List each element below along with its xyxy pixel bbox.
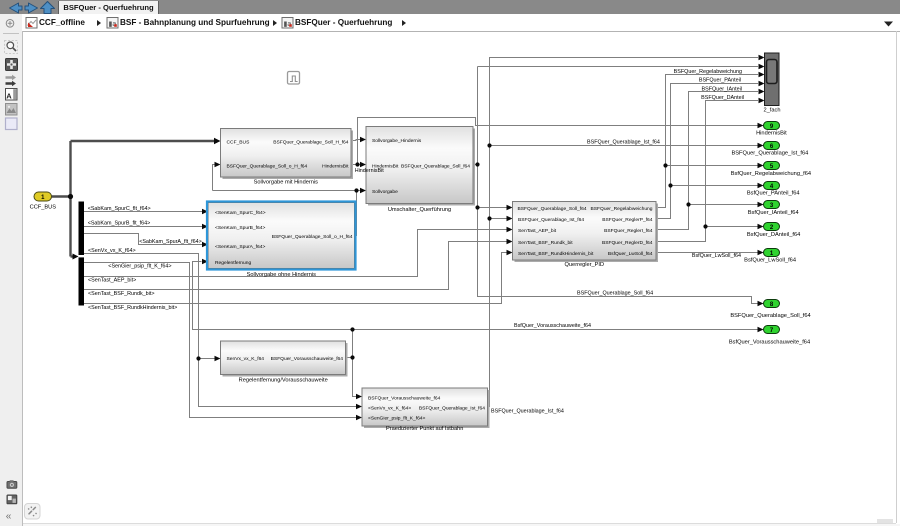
- svg-text:BsfQuer_LwSoll_f64: BsfQuer_LwSoll_f64: [744, 257, 796, 263]
- svg-text:BSFQuer_Regelabweichung: BSFQuer_Regelabweichung: [674, 69, 742, 75]
- svg-text:<SenVx_vx_K_f64>: <SenVx_vx_K_f64>: [368, 405, 411, 411]
- svg-text:BsfQuer_Regelabweichung_f64: BsfQuer_Regelabweichung_f64: [731, 171, 811, 177]
- svg-text:BsfQuer_Vorausschauweite_f64: BsfQuer_Vorausschauweite_f64: [514, 323, 591, 329]
- svg-text:BSFQuer_Querablage_Ist_f64: BSFQuer_Querablage_Ist_f64: [518, 217, 584, 223]
- svg-text:<SenGier_psip_flt_K_f64>: <SenGier_psip_flt_K_f64>: [108, 264, 171, 270]
- svg-text:BSFQuer_Querablage_Soll_f64: BSFQuer_Querablage_Soll_f64: [730, 313, 810, 319]
- svg-text:SenVx_vx_K_f64: SenVx_vx_K_f64: [227, 356, 265, 362]
- svg-text:BSFQuer_Vorausschauweite_f64: BSFQuer_Vorausschauweite_f64: [271, 356, 344, 362]
- svg-text:BSFQuer_Regelabweichung: BSFQuer_Regelabweichung: [591, 206, 653, 212]
- svg-text:BSFQuer_Querablage_Soll_f64: BSFQuer_Querablage_Soll_f64: [577, 291, 653, 297]
- svg-text:BSFQuer_Querablage_Ist_f64: BSFQuer_Querablage_Ist_f64: [419, 405, 485, 411]
- svg-text:HindernisBit: HindernisBit: [322, 163, 349, 169]
- svg-text:<SenKam_SpurC_f64>: <SenKam_SpurC_f64>: [215, 210, 266, 216]
- svg-text:<SabKam_SpurB_flt_f64>: <SabKam_SpurB_flt_f64>: [88, 221, 151, 227]
- svg-text:<SenGier_psip_flt_K_f64>: <SenGier_psip_flt_K_f64>: [368, 416, 426, 422]
- svg-text:Sollvorgabe mit Hindernis: Sollvorgabe mit Hindernis: [254, 180, 318, 186]
- svg-text:BSFQuer_ReglerI_f64: BSFQuer_ReglerI_f64: [604, 228, 653, 234]
- svg-text:<SenTast_BSF_RundkHindernis_bi: <SenTast_BSF_RundkHindernis_bit>: [88, 305, 177, 311]
- svg-text:HindernisBit: HindernisBit: [756, 130, 787, 136]
- svg-text:BSFQuer_IAnteil: BSFQuer_IAnteil: [702, 86, 742, 92]
- svg-text:Sollvorgabe: Sollvorgabe: [372, 189, 398, 195]
- svg-text:BSFQuer_ReglerP_f64: BSFQuer_ReglerP_f64: [602, 217, 653, 223]
- svg-text:BsfQuer_LwSoll_f64: BsfQuer_LwSoll_f64: [608, 251, 653, 257]
- svg-text:SenTast_BSF_RundkHindernis_bit: SenTast_BSF_RundkHindernis_bit: [518, 251, 594, 257]
- svg-text:BSFQuer_Querablage_Soll_o_H_f6: BSFQuer_Querablage_Soll_o_H_f64: [272, 234, 353, 240]
- svg-text:CCF_BUS: CCF_BUS: [227, 139, 251, 145]
- svg-text:BsfQuer_IAnteil_f64: BsfQuer_IAnteil_f64: [748, 210, 799, 216]
- svg-text:<SabKam_SpurA_flt_f64>: <SabKam_SpurA_flt_f64>: [139, 239, 202, 245]
- svg-text:BSFQuer_ReglerD_f64: BSFQuer_ReglerD_f64: [602, 240, 653, 246]
- svg-text:BSFQuer_DAnteil: BSFQuer_DAnteil: [701, 95, 744, 101]
- svg-text:BsfQuer_DAnteil_f64: BsfQuer_DAnteil_f64: [747, 232, 800, 238]
- svg-text:BSFQuer_Querablage_Ist_f64: BSFQuer_Querablage_Ist_f64: [491, 408, 564, 414]
- svg-text:BSFQuer_Querablage_Ist_f64: BSFQuer_Querablage_Ist_f64: [587, 140, 660, 146]
- svg-text:Sollvorgabe ohne Hindernis: Sollvorgabe ohne Hindernis: [247, 272, 316, 278]
- svg-text:Praedizierter Punkt auf Istbah: Praedizierter Punkt auf Istbahn: [386, 426, 463, 432]
- svg-text:BSFQuer_Querablage_Ist_f64: BSFQuer_Querablage_Ist_f64: [731, 151, 808, 157]
- svg-text:BSFQuer_PAnteil: BSFQuer_PAnteil: [699, 78, 741, 84]
- svg-text:BSFQuer_Vorausschauweite_f64: BSFQuer_Vorausschauweite_f64: [368, 396, 441, 402]
- svg-text:BSFQuer_Querablage_Soll_o_H_f6: BSFQuer_Querablage_Soll_o_H_f64: [227, 163, 308, 169]
- svg-text:BSFQuer_Querablage_Soll_f64: BSFQuer_Querablage_Soll_f64: [518, 206, 587, 212]
- svg-text:HindernisBit: HindernisBit: [355, 168, 385, 174]
- svg-text:Querregler_PID: Querregler_PID: [565, 262, 605, 268]
- svg-text:Regelentfernung/Vorausschauwei: Regelentfernung/Vorausschauweite: [239, 377, 328, 383]
- svg-text:BsfQuer_Vorausschauweite_f64: BsfQuer_Vorausschauweite_f64: [729, 339, 810, 345]
- svg-text:SenTast_AEP_bit: SenTast_AEP_bit: [518, 228, 557, 234]
- svg-text:Sollvorgabe_Hindernis: Sollvorgabe_Hindernis: [372, 138, 422, 144]
- svg-text:CCF_BUS: CCF_BUS: [30, 205, 57, 211]
- svg-text:Regelentfernung: Regelentfernung: [215, 260, 251, 266]
- svg-text:<SenTast_BSF_Rundk_bit>: <SenTast_BSF_Rundk_bit>: [88, 291, 155, 297]
- svg-text:BSFQuer_Querablage_Soll_H_f64: BSFQuer_Querablage_Soll_H_f64: [273, 139, 349, 145]
- svg-text:<SabKam_SpurC_flt_f64>: <SabKam_SpurC_flt_f64>: [88, 206, 151, 212]
- svg-text:BsfQuer_LwSoll_f64: BsfQuer_LwSoll_f64: [692, 253, 741, 259]
- svg-text:BsfQuer_PAnteil_f64: BsfQuer_PAnteil_f64: [747, 191, 800, 197]
- svg-text:<SenVx_vx_K_f64>: <SenVx_vx_K_f64>: [88, 248, 136, 254]
- svg-text:<SenKam_SpurA_f64>: <SenKam_SpurA_f64>: [215, 244, 265, 250]
- svg-text:SenTast_BSF_Rundk_bit: SenTast_BSF_Rundk_bit: [518, 240, 573, 246]
- svg-text:<SenKam_SpurB_f64>: <SenKam_SpurB_f64>: [215, 225, 265, 231]
- svg-text:<SenTast_AEP_bit>: <SenTast_AEP_bit>: [88, 277, 136, 283]
- svg-text:Umschalter_Querführung: Umschalter_Querführung: [388, 207, 451, 213]
- svg-text:2_fach: 2_fach: [764, 108, 781, 114]
- svg-text:BSFQuer_Querablage_Soll_f64: BSFQuer_Querablage_Soll_f64: [401, 163, 470, 169]
